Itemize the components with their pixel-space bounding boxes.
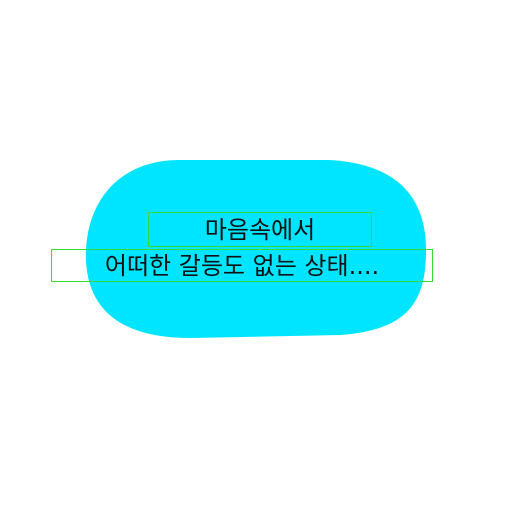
text-line-2-content: 어떠한 갈등도 없는 상태.... xyxy=(104,251,380,280)
text-line-2: 어떠한 갈등도 없는 상태.... xyxy=(51,249,433,282)
text-line-1-content: 마음속에서 xyxy=(204,215,316,244)
speech-bubble-canvas: 마음속에서 어떠한 갈등도 없는 상태.... xyxy=(0,0,512,512)
text-line-1: 마음속에서 xyxy=(148,212,372,247)
